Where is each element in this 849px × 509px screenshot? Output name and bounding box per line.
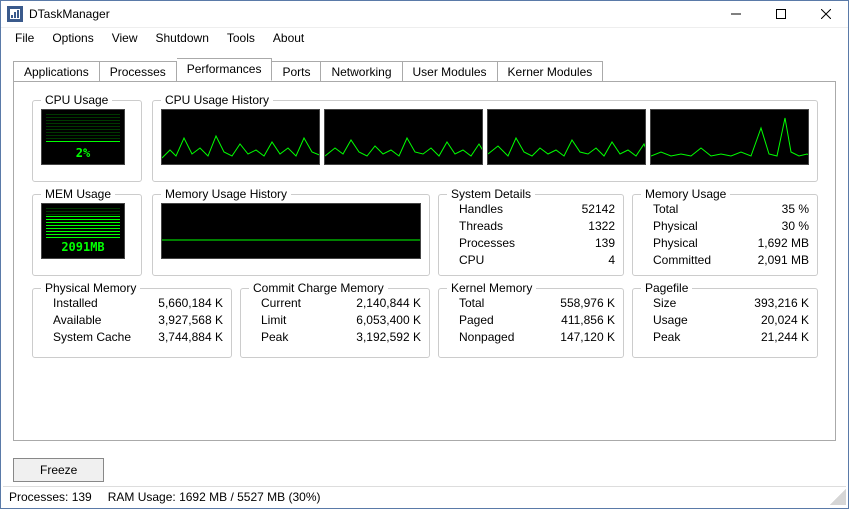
- system-details-group: System Details Handles52142 Threads1322 …: [438, 194, 624, 276]
- pagefile-label: Pagefile: [641, 281, 692, 295]
- cpu-history-graph-2: [324, 109, 483, 165]
- kernel-memory-label: Kernel Memory: [447, 281, 536, 295]
- cpu-usage-label: CPU Usage: [41, 93, 112, 107]
- cpu-usage-group: CPU Usage 2%: [32, 100, 142, 182]
- mem-usage-gauge: 2091MB: [41, 203, 125, 259]
- pf-peak-value: 21,244 K: [761, 329, 809, 346]
- cc-peak-value: 3,192,592 K: [356, 329, 421, 346]
- menubar: File Options View Shutdown Tools About: [1, 28, 848, 48]
- km-total-label: Total: [459, 295, 484, 312]
- tab-processes[interactable]: Processes: [100, 61, 177, 82]
- cpu-history-graph-1: [161, 109, 320, 165]
- mu-total-value: 35 %: [782, 201, 809, 218]
- commit-charge-group: Commit Charge Memory Current2,140,844 K …: [240, 288, 430, 358]
- window-title: DTaskManager: [29, 7, 110, 21]
- memory-usage-label: Memory Usage: [641, 187, 730, 201]
- km-nonpaged-value: 147,120 K: [560, 329, 615, 346]
- menu-options[interactable]: Options: [44, 29, 101, 47]
- system-details-label: System Details: [447, 187, 535, 201]
- handles-label: Handles: [459, 201, 503, 218]
- cc-limit-value: 6,053,400 K: [356, 312, 421, 329]
- cpu-history-label: CPU Usage History: [161, 93, 273, 107]
- pf-usage-label: Usage: [653, 312, 688, 329]
- resize-grip-icon[interactable]: [830, 489, 846, 505]
- tab-applications[interactable]: Applications: [13, 61, 100, 82]
- pm-installed-label: Installed: [53, 295, 98, 312]
- pf-size-value: 393,216 K: [754, 295, 809, 312]
- status-processes: Processes: 139: [9, 490, 92, 504]
- mem-usage-value: 2091MB: [61, 240, 104, 254]
- pm-syscache-value: 3,744,884 K: [158, 329, 223, 346]
- mu-committed-value: 2,091 MB: [758, 252, 809, 269]
- cc-current-label: Current: [261, 295, 301, 312]
- mu-physpct-label: Physical: [653, 218, 698, 235]
- titlebar: DTaskManager: [1, 1, 848, 28]
- pm-available-label: Available: [53, 312, 101, 329]
- tab-networking[interactable]: Networking: [321, 61, 402, 82]
- cpu-usage-gauge: 2%: [41, 109, 125, 165]
- pm-syscache-label: System Cache: [53, 329, 131, 346]
- mem-history-group: Memory Usage History: [152, 194, 430, 276]
- cc-current-value: 2,140,844 K: [356, 295, 421, 312]
- pagefile-group: Pagefile Size393,216 K Usage20,024 K Pea…: [632, 288, 818, 358]
- tab-content: CPU Usage 2% CPU Usage History MEM Usage: [13, 81, 836, 441]
- tab-ports[interactable]: Ports: [272, 61, 321, 82]
- app-icon: [7, 6, 23, 22]
- statusbar: Processes: 139 RAM Usage: 1692 MB / 5527…: [3, 486, 846, 506]
- mu-physpct-value: 30 %: [782, 218, 809, 235]
- menu-file[interactable]: File: [7, 29, 42, 47]
- close-button[interactable]: [803, 1, 848, 28]
- maximize-button[interactable]: [758, 1, 803, 28]
- pf-size-label: Size: [653, 295, 676, 312]
- mem-usage-label: MEM Usage: [41, 187, 115, 201]
- pf-usage-value: 20,024 K: [761, 312, 809, 329]
- menu-view[interactable]: View: [104, 29, 146, 47]
- pf-peak-label: Peak: [653, 329, 680, 346]
- cc-limit-label: Limit: [261, 312, 286, 329]
- pm-available-value: 3,927,568 K: [158, 312, 223, 329]
- mem-usage-group: MEM Usage 2091MB: [32, 194, 142, 276]
- km-nonpaged-label: Nonpaged: [459, 329, 514, 346]
- threads-value: 1322: [588, 218, 615, 235]
- handles-value: 52142: [582, 201, 615, 218]
- mem-history-graph: [161, 203, 421, 259]
- tab-performances[interactable]: Performances: [177, 58, 273, 81]
- cpu-count-value: 4: [608, 252, 615, 269]
- processes-value: 139: [595, 235, 615, 252]
- tab-kerner-modules[interactable]: Kerner Modules: [498, 61, 604, 82]
- cpu-history-graph-4: [650, 109, 809, 165]
- status-ram: RAM Usage: 1692 MB / 5527 MB (30%): [108, 490, 321, 504]
- mu-physmb-value: 1,692 MB: [758, 235, 809, 252]
- cc-peak-label: Peak: [261, 329, 288, 346]
- cpu-usage-value: 2%: [76, 146, 90, 160]
- processes-label: Processes: [459, 235, 515, 252]
- memory-usage-group: Memory Usage Total35 % Physical30 % Phys…: [632, 194, 818, 276]
- menu-about[interactable]: About: [265, 29, 312, 47]
- physical-memory-group: Physical Memory Installed5,660,184 K Ava…: [32, 288, 232, 358]
- pm-installed-value: 5,660,184 K: [158, 295, 223, 312]
- menu-tools[interactable]: Tools: [219, 29, 263, 47]
- freeze-button[interactable]: Freeze: [13, 458, 104, 482]
- tab-row: Applications Processes Performances Port…: [1, 48, 848, 81]
- physical-memory-label: Physical Memory: [41, 281, 140, 295]
- cpu-history-group: CPU Usage History: [152, 100, 818, 182]
- km-paged-value: 411,856 K: [561, 312, 615, 329]
- commit-charge-label: Commit Charge Memory: [249, 281, 388, 295]
- tab-user-modules[interactable]: User Modules: [403, 61, 498, 82]
- cpu-count-label: CPU: [459, 252, 484, 269]
- kernel-memory-group: Kernel Memory Total558,976 K Paged411,85…: [438, 288, 624, 358]
- mu-physmb-label: Physical: [653, 235, 698, 252]
- km-total-value: 558,976 K: [560, 295, 615, 312]
- minimize-button[interactable]: [713, 1, 758, 28]
- mu-committed-label: Committed: [653, 252, 711, 269]
- mu-total-label: Total: [653, 201, 678, 218]
- threads-label: Threads: [459, 218, 503, 235]
- km-paged-label: Paged: [459, 312, 494, 329]
- cpu-history-graph-3: [487, 109, 646, 165]
- menu-shutdown[interactable]: Shutdown: [148, 29, 217, 47]
- mem-history-label: Memory Usage History: [161, 187, 291, 201]
